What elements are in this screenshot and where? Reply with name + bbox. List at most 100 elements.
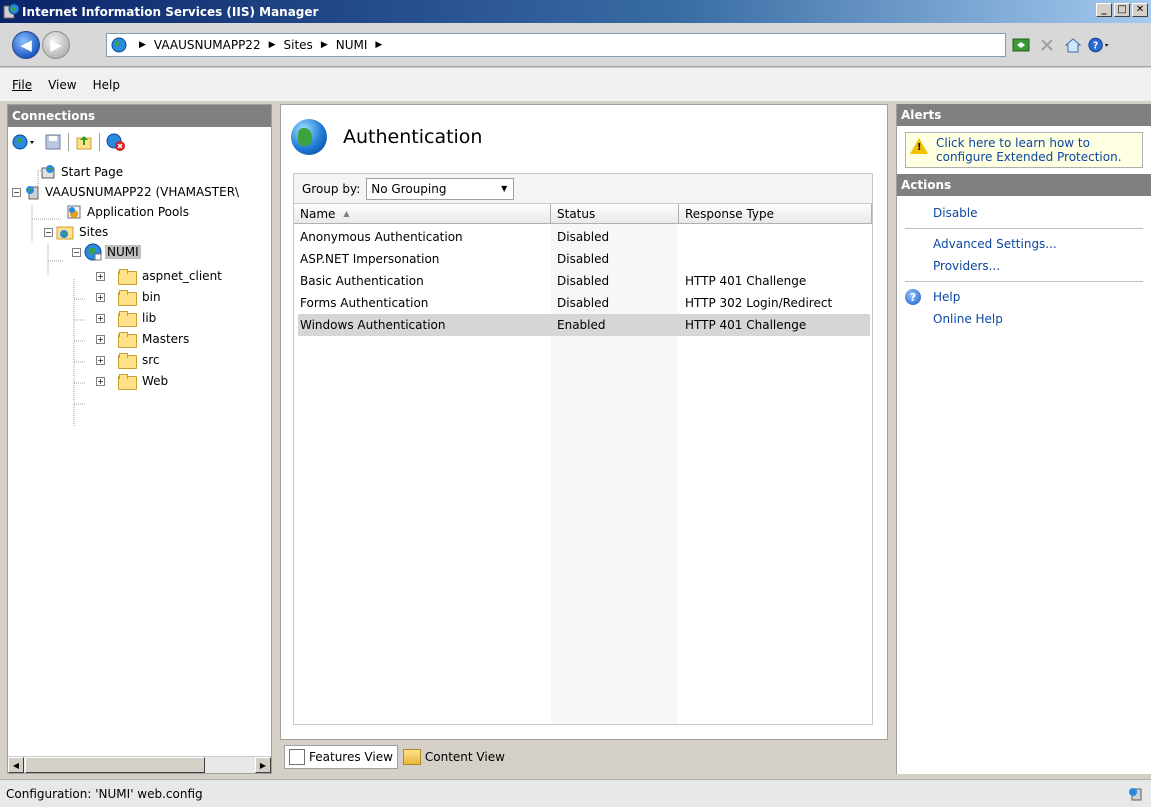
- table-row[interactable]: Anonymous Authentication Disabled: [300, 226, 870, 248]
- tree-label: src: [142, 353, 160, 367]
- breadcrumb-separator-icon[interactable]: ▶: [375, 40, 382, 50]
- content-view-tab[interactable]: Content View: [398, 745, 510, 769]
- tree-item-folder[interactable]: + src: [96, 351, 162, 369]
- tree-item-folder[interactable]: + bin: [96, 288, 163, 306]
- cell-status: Enabled: [557, 318, 606, 332]
- breadcrumb-separator-icon[interactable]: ▶: [321, 40, 328, 50]
- alert-link[interactable]: Click here to learn how to configure Ext…: [936, 136, 1136, 164]
- expand-icon[interactable]: +: [96, 355, 105, 365]
- actions-header: Actions: [897, 174, 1151, 196]
- expand-icon[interactable]: +: [96, 292, 105, 302]
- menu-help[interactable]: Help: [85, 78, 128, 92]
- iis-manager-window: Internet Information Services (IIS) Mana…: [0, 0, 1151, 807]
- maximize-button[interactable]: □: [1114, 3, 1130, 17]
- expand-icon[interactable]: +: [96, 313, 105, 323]
- table-row-selected[interactable]: Windows Authentication Enabled HTTP 401 …: [298, 314, 870, 336]
- toolbar-separator: [68, 133, 69, 151]
- column-label: Response Type: [685, 206, 775, 221]
- tree-item-application-pools[interactable]: Application Pools: [66, 203, 191, 221]
- menu-file[interactable]: File: [4, 78, 40, 92]
- refresh-button[interactable]: [1010, 34, 1032, 56]
- scroll-right-icon[interactable]: ▶: [255, 757, 271, 773]
- title-bar[interactable]: Internet Information Services (IIS) Mana…: [0, 0, 1151, 23]
- connect-icon[interactable]: [12, 133, 38, 151]
- tree-item-folder[interactable]: + Web: [96, 372, 170, 390]
- collapse-icon[interactable]: −: [12, 187, 21, 197]
- save-icon[interactable]: [44, 133, 62, 151]
- tree-label: NUMI: [105, 245, 141, 259]
- breadcrumb-numi[interactable]: NUMI: [336, 38, 368, 52]
- folder-icon: [118, 353, 137, 369]
- minimize-button[interactable]: _: [1096, 3, 1112, 17]
- scrollbar-thumb[interactable]: [25, 757, 205, 773]
- start-page-icon: [41, 165, 55, 179]
- close-button[interactable]: ✕: [1132, 3, 1148, 17]
- alert-message[interactable]: ! Click here to learn how to configure E…: [905, 132, 1143, 168]
- cell-name: Anonymous Authentication: [300, 230, 463, 244]
- collapse-icon[interactable]: −: [72, 247, 81, 257]
- column-header-response-type[interactable]: Response Type: [679, 204, 872, 224]
- back-arrow-icon: ◀: [20, 36, 32, 54]
- folder-icon: [118, 269, 137, 285]
- warning-icon: !: [910, 138, 928, 154]
- cell-name: ASP.NET Impersonation: [300, 252, 440, 266]
- authentication-globe-icon: [291, 119, 327, 155]
- forward-button[interactable]: ▶: [42, 31, 70, 59]
- group-by-bar: Group by: No Grouping ▼: [293, 173, 873, 203]
- group-by-value: No Grouping: [371, 181, 447, 196]
- sites-folder-icon: [56, 226, 74, 240]
- horizontal-scrollbar[interactable]: ◀ ▶: [8, 756, 271, 773]
- connections-panel: Connections Start Page − VAAUSNUMAPP22 (…: [7, 104, 272, 774]
- folder-icon: [118, 374, 137, 390]
- iis-app-icon: [3, 3, 19, 19]
- breadcrumb-separator-icon[interactable]: ▶: [139, 40, 146, 50]
- breadcrumb-sites[interactable]: Sites: [284, 38, 313, 52]
- column-header-name[interactable]: Name ▲: [294, 204, 551, 224]
- table-row[interactable]: Basic Authentication Disabled HTTP 401 C…: [300, 270, 870, 292]
- tree-item-sites[interactable]: − Sites: [44, 223, 110, 241]
- action-providers[interactable]: Providers...: [897, 255, 1151, 277]
- menu-view[interactable]: View: [40, 78, 84, 92]
- sort-ascending-icon: ▲: [343, 209, 350, 218]
- help-icon: ?: [1088, 37, 1109, 53]
- status-bar: Configuration: 'NUMI' web.config: [0, 779, 1151, 807]
- column-header-status[interactable]: Status: [551, 204, 679, 224]
- up-folder-icon[interactable]: [75, 133, 93, 151]
- cell-status: Disabled: [557, 230, 610, 244]
- action-disable[interactable]: Disable: [897, 202, 1151, 224]
- tree-item-folder[interactable]: + lib: [96, 309, 158, 327]
- tree-item-folder[interactable]: + aspnet_client: [96, 267, 224, 285]
- tree-item-folder[interactable]: + Masters: [96, 330, 191, 348]
- tree-item-server[interactable]: − VAAUSNUMAPP22 (VHAMASTER\: [12, 183, 241, 201]
- back-button[interactable]: ◀: [12, 31, 40, 59]
- expand-icon[interactable]: +: [96, 271, 105, 281]
- breadcrumb-separator-icon[interactable]: ▶: [269, 40, 276, 50]
- group-by-select[interactable]: No Grouping ▼: [366, 177, 515, 200]
- tab-label: Features View: [309, 750, 393, 764]
- expand-icon[interactable]: +: [96, 376, 105, 386]
- table-row[interactable]: ASP.NET Impersonation Disabled: [300, 248, 870, 270]
- expand-icon[interactable]: +: [96, 334, 105, 344]
- features-view-tab[interactable]: Features View: [284, 745, 398, 769]
- tree-item-numi[interactable]: − NUMI: [72, 243, 141, 261]
- tree-item-start-page[interactable]: Start Page: [40, 163, 125, 181]
- breadcrumb-server[interactable]: VAAUSNUMAPP22: [154, 38, 261, 52]
- disconnect-icon[interactable]: [106, 133, 126, 151]
- authentication-table: Name ▲ Status Response Type Anonymous Au…: [293, 203, 873, 725]
- action-help[interactable]: Help: [897, 286, 1151, 308]
- stop-button[interactable]: [1036, 34, 1058, 56]
- tree-label: bin: [142, 290, 161, 304]
- scroll-left-icon[interactable]: ◀: [8, 757, 24, 773]
- home-button[interactable]: [1062, 34, 1084, 56]
- folder-icon: [118, 311, 137, 327]
- tree-label: Application Pools: [87, 205, 189, 219]
- help-dropdown-button[interactable]: ?: [1088, 34, 1110, 56]
- address-bar[interactable]: ▶ VAAUSNUMAPP22 ▶ Sites ▶ NUMI ▶: [106, 33, 1006, 57]
- refresh-icon: [1012, 38, 1030, 52]
- action-advanced-settings[interactable]: Advanced Settings...: [897, 233, 1151, 255]
- dropdown-arrow-icon[interactable]: ▼: [495, 179, 513, 199]
- action-online-help[interactable]: Online Help: [897, 308, 1151, 330]
- table-row[interactable]: Forms Authentication Disabled HTTP 302 L…: [300, 292, 870, 314]
- cell-status: Disabled: [557, 296, 610, 310]
- collapse-icon[interactable]: −: [44, 227, 53, 237]
